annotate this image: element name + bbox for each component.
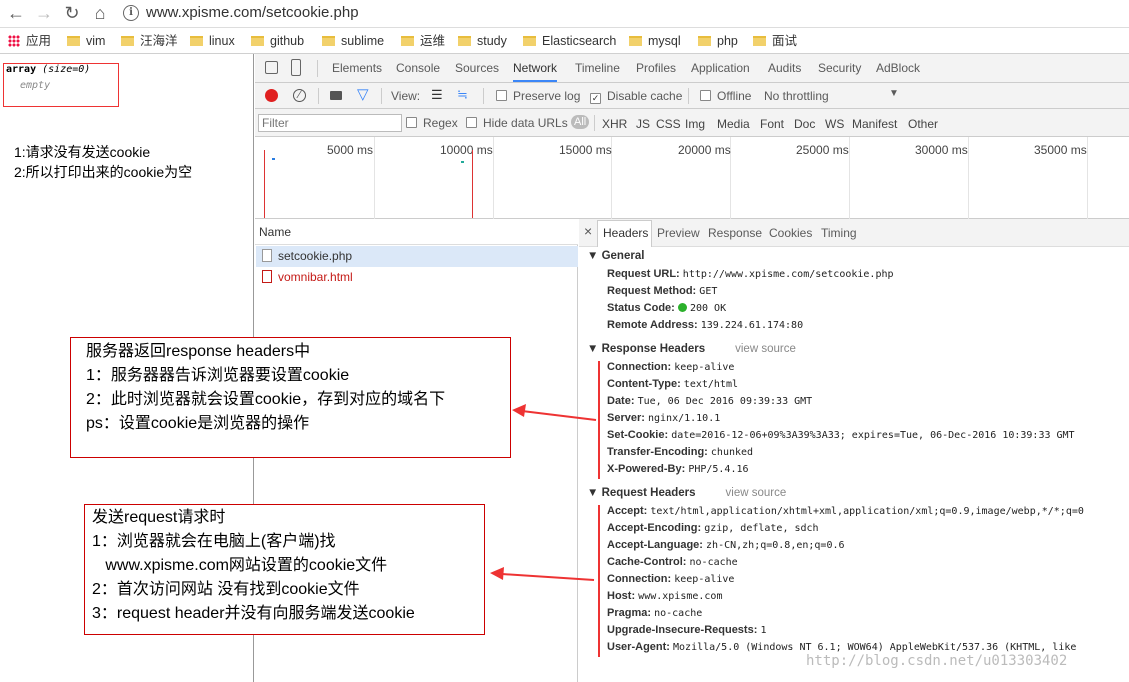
response-arrow-line <box>521 410 597 421</box>
watermark: http://blog.csdn.net/u013303402 <box>806 653 1068 669</box>
request-arrow-line <box>501 573 595 581</box>
response-arrow-head <box>512 404 526 417</box>
request-arrow-head <box>490 567 504 580</box>
annotation-arrows <box>490 404 597 581</box>
